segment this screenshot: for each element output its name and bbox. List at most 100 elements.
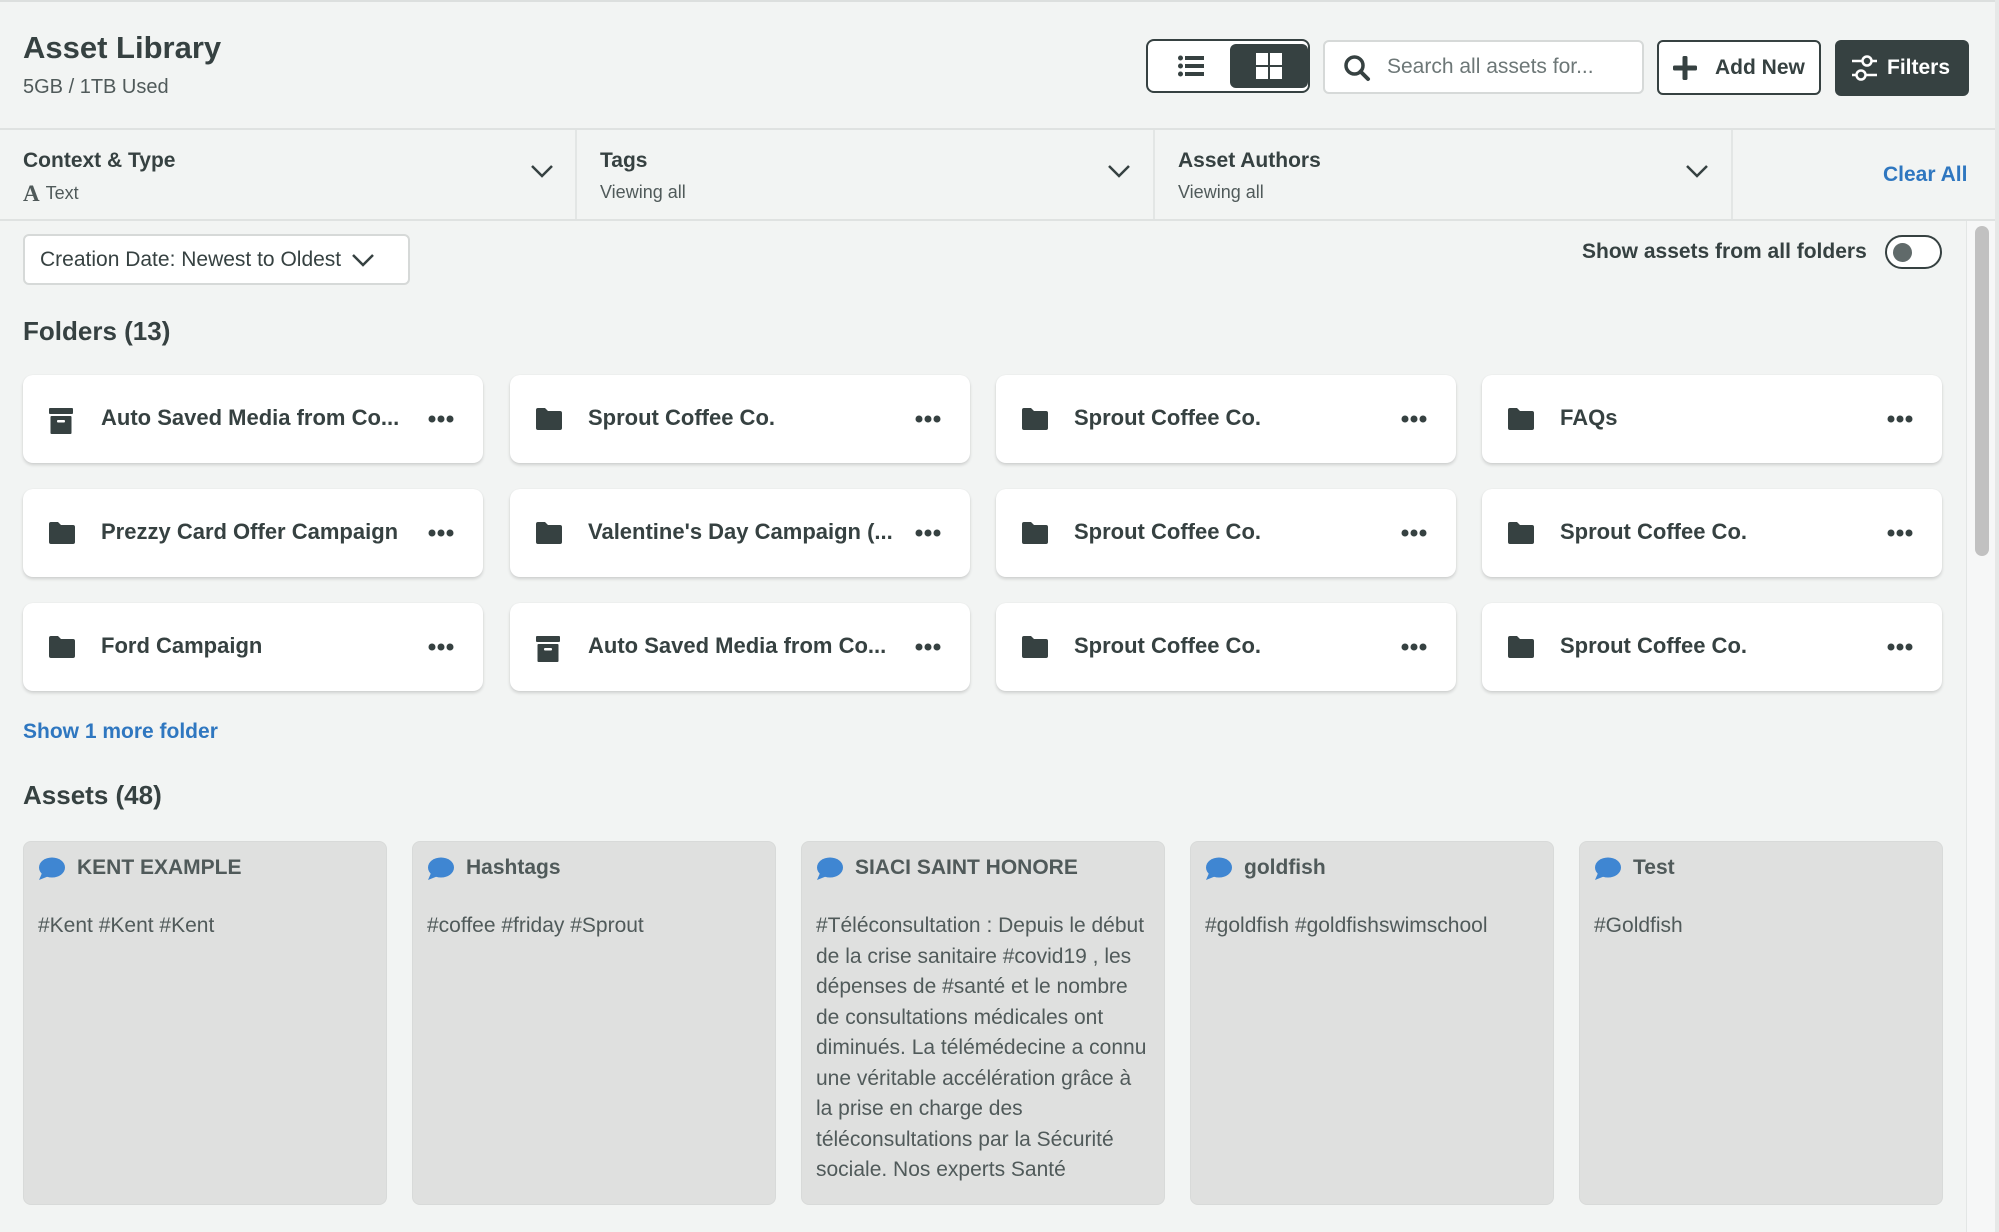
folder-card[interactable]: Prezzy Card Offer Campaign [23,489,483,577]
show-more-folders-link[interactable]: Show 1 more folder [23,720,218,744]
chat-bubble-icon [1205,857,1233,881]
ellipsis-icon [915,415,941,423]
folder-card[interactable]: Ford Campaign [23,603,483,691]
filter-title: Context & Type [23,149,176,172]
asset-card[interactable]: Test #Goldfish [1579,841,1943,1205]
folder-name: FAQs [1560,405,1618,430]
filter-subtitle: A Text [23,182,79,205]
ellipsis-icon [428,415,454,423]
more-options-button[interactable] [1396,633,1432,661]
folder-card[interactable]: Sprout Coffee Co. [1482,489,1942,577]
show-all-folders-label: Show assets from all folders [1582,240,1867,263]
asset-name: KENT EXAMPLE [77,856,242,879]
scrollbar[interactable] [1966,221,1995,1232]
clear-all-link[interactable]: Clear All [1883,163,1967,187]
folder-name: Sprout Coffee Co. [1074,633,1261,658]
chat-bubble-icon [427,857,455,881]
folder-icon [1022,522,1048,544]
asset-card[interactable]: SIACI SAINT HONORE #Téléconsultation : De… [801,841,1165,1205]
more-options-button[interactable] [1396,405,1432,433]
grid-view-button[interactable] [1230,44,1308,88]
folder-card[interactable]: Sprout Coffee Co. [996,489,1456,577]
folder-icon [1508,408,1534,430]
add-new-button[interactable]: Add New [1657,40,1821,95]
folder-card[interactable]: Sprout Coffee Co. [996,603,1456,691]
text-type-icon: A [23,181,40,206]
more-options-button[interactable] [423,633,459,661]
folder-name: Sprout Coffee Co. [588,405,775,430]
filter-value: Text [45,183,79,203]
folder-name: Auto Saved Media from Co... [588,633,887,658]
asset-card[interactable]: goldfish #goldfish #goldfishswimschool [1190,841,1554,1205]
folder-icon [536,522,562,544]
chevron-down-icon [1108,165,1130,178]
asset-text: #Kent #Kent #Kent [38,914,215,937]
chevron-down-icon [531,165,553,178]
more-options-button[interactable] [423,519,459,547]
folders-heading: Folders (13) [23,316,171,346]
filter-title: Tags [600,149,648,172]
folder-icon [49,522,75,544]
asset-text: #coffee #friday #Sprout [427,914,644,937]
more-options-button[interactable] [1882,405,1918,433]
asset-name: SIACI SAINT HONORE [855,856,1078,879]
asset-card[interactable]: Hashtags #coffee #friday #Sprout [412,841,776,1205]
storage-usage: 5GB / 1TB Used [23,76,169,98]
filters-label: Filters [1887,56,1951,79]
filter-context-type[interactable]: Context & Type A Text [0,130,577,219]
toggle-knob [1893,243,1912,262]
asset-text: #goldfish #goldfishswimschool [1205,914,1488,937]
show-all-folders-toggle[interactable] [1885,235,1942,269]
folder-name: Ford Campaign [101,633,263,658]
more-options-button[interactable] [910,405,946,433]
search-input[interactable] [1387,48,1635,86]
ellipsis-icon [1401,529,1427,537]
filter-title: Asset Authors [1178,149,1321,172]
scrollbar-thumb[interactable] [1975,226,1989,556]
ellipsis-icon [428,529,454,537]
more-options-button[interactable] [423,405,459,433]
folder-card[interactable]: Valentine's Day Campaign (... [510,489,970,577]
filter-tags[interactable]: Tags Viewing all [577,130,1155,219]
ellipsis-icon [915,529,941,537]
folder-icon [1022,408,1048,430]
list-view-button[interactable] [1152,44,1230,88]
more-options-button[interactable] [910,633,946,661]
chevron-down-icon [1686,165,1708,178]
add-new-label: Add New [1715,55,1805,79]
folder-name: Valentine's Day Campaign (... [588,519,893,544]
more-options-button[interactable] [1882,519,1918,547]
more-options-button[interactable] [1882,633,1918,661]
filter-value: Viewing all [600,182,686,202]
folder-card[interactable]: FAQs [1482,375,1942,463]
folder-card[interactable]: Auto Saved Media from Co... [23,375,483,463]
asset-card[interactable]: KENT EXAMPLE #Kent #Kent #Kent [23,841,387,1205]
ellipsis-icon [1887,643,1913,651]
sort-dropdown[interactable]: Creation Date: Newest to Oldest [23,234,410,285]
folder-card[interactable]: Sprout Coffee Co. [996,375,1456,463]
ellipsis-icon [1401,415,1427,423]
folder-name: Prezzy Card Offer Campaign [101,519,399,544]
filter-asset-authors[interactable]: Asset Authors Viewing all [1155,130,1733,219]
chat-bubble-icon [816,857,844,881]
filter-bar: Context & Type A Text Tags Viewing all A… [0,130,1995,221]
filters-button[interactable]: Filters [1835,40,1969,96]
folder-card[interactable]: Auto Saved Media from Co... [510,603,970,691]
folder-name: Auto Saved Media from Co... [101,405,400,430]
archive-icon [536,636,560,662]
sliders-icon [1851,54,1877,82]
asset-name: goldfish [1244,856,1326,879]
folder-icon [1508,522,1534,544]
filter-value: Viewing all [1178,182,1264,202]
folder-card[interactable]: Sprout Coffee Co. [510,375,970,463]
more-options-button[interactable] [1396,519,1432,547]
more-options-button[interactable] [910,519,946,547]
sort-label: Creation Date: Newest to Oldest [40,247,342,271]
asset-name: Hashtags [466,856,561,879]
asset-text: #Goldfish [1594,914,1683,937]
folder-icon [536,408,562,430]
folder-card[interactable]: Sprout Coffee Co. [1482,603,1942,691]
ellipsis-icon [1401,643,1427,651]
folder-icon [1022,636,1048,658]
chat-bubble-icon [38,857,66,881]
